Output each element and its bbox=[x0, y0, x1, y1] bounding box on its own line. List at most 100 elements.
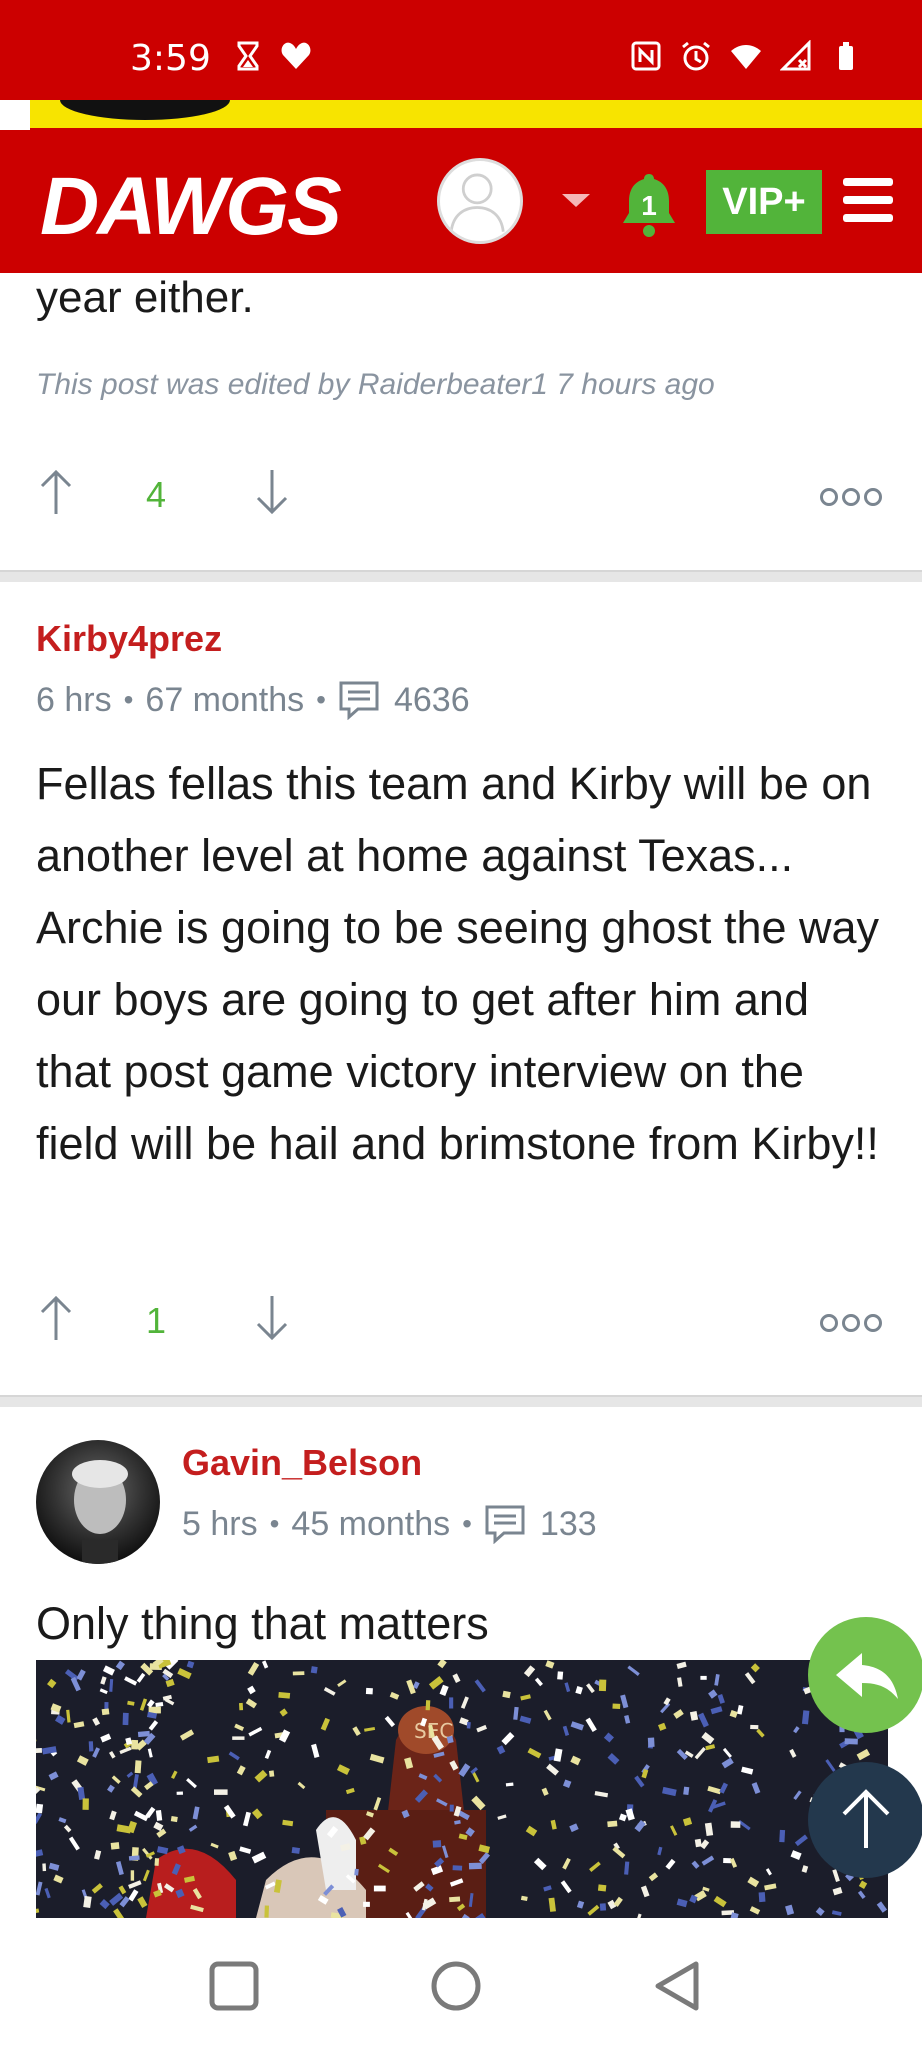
confetti-piece bbox=[779, 1829, 786, 1843]
vote-row: 4 bbox=[0, 468, 922, 528]
wifi-icon bbox=[731, 45, 761, 69]
confetti-piece bbox=[291, 1847, 301, 1854]
confetti-piece bbox=[466, 1721, 471, 1729]
confetti-piece bbox=[683, 1786, 690, 1796]
post-meta: 6 hrs • 67 months • 4636 bbox=[36, 680, 470, 720]
confetti-piece bbox=[134, 1760, 142, 1774]
confetti-piece bbox=[730, 1821, 741, 1828]
confetti-piece bbox=[363, 1901, 370, 1907]
more-options-icon[interactable] bbox=[820, 484, 882, 510]
confetti-piece bbox=[354, 1868, 359, 1876]
user-silhouette-icon bbox=[449, 173, 505, 232]
confetti-piece bbox=[128, 1855, 140, 1861]
confetti-piece bbox=[468, 1862, 482, 1870]
post-age: 6 hrs bbox=[36, 680, 112, 719]
confetti-piece bbox=[36, 1803, 44, 1814]
arrow-up-icon bbox=[842, 1789, 890, 1848]
menu-icon[interactable] bbox=[843, 178, 893, 222]
confetti-piece bbox=[130, 1870, 135, 1881]
heart-icon bbox=[281, 42, 311, 69]
post-username[interactable]: Kirby4prez bbox=[36, 618, 222, 660]
ad-banner[interactable] bbox=[0, 100, 922, 130]
status-time: 3:59 bbox=[130, 38, 211, 79]
signal-icon bbox=[780, 40, 811, 71]
comment-count-icon bbox=[485, 1505, 525, 1544]
notifications-button[interactable]: 1 bbox=[617, 170, 681, 238]
home-button[interactable] bbox=[426, 1956, 486, 2016]
confetti-piece bbox=[612, 1703, 621, 1709]
site-logo[interactable]: DAWGS bbox=[40, 160, 342, 254]
confetti-piece bbox=[425, 1700, 431, 1711]
post-divider bbox=[0, 1395, 922, 1407]
confetti-piece bbox=[122, 1712, 129, 1726]
vip-button[interactable]: VIP+ bbox=[706, 170, 822, 234]
back-button[interactable] bbox=[646, 1956, 706, 2016]
confetti-piece bbox=[101, 1708, 110, 1716]
confetti-piece bbox=[647, 1737, 655, 1748]
confetti-piece bbox=[170, 1816, 178, 1823]
confetti-piece bbox=[292, 1671, 305, 1676]
confetti-piece bbox=[449, 1804, 454, 1812]
nfc-icon bbox=[631, 41, 661, 71]
system-nav-bar bbox=[0, 1918, 922, 2048]
vote-count: 4 bbox=[146, 474, 167, 515]
confetti-piece bbox=[700, 1675, 707, 1680]
reply-icon bbox=[836, 1653, 898, 1699]
user-avatar-button[interactable] bbox=[437, 158, 523, 244]
upvote-icon[interactable] bbox=[36, 1294, 76, 1342]
post-image[interactable]: SEC bbox=[36, 1660, 888, 1918]
confetti-piece bbox=[264, 1905, 269, 1918]
confetti-piece bbox=[214, 1789, 228, 1795]
battery-icon bbox=[839, 42, 853, 70]
confetti-piece bbox=[432, 1840, 442, 1848]
notification-count: 1 bbox=[641, 190, 657, 221]
confetti-piece bbox=[598, 1679, 607, 1692]
scroll-to-top-button[interactable] bbox=[808, 1762, 922, 1878]
confetti-piece bbox=[278, 1692, 291, 1699]
comment-count-icon bbox=[339, 681, 379, 720]
confetti-piece bbox=[310, 1666, 318, 1674]
confetti-piece bbox=[758, 1892, 766, 1903]
vote-count: 1 bbox=[146, 1300, 167, 1341]
avatar-face-icon bbox=[72, 1460, 128, 1564]
confetti-piece bbox=[154, 1858, 160, 1866]
alarm-icon bbox=[682, 41, 710, 71]
downvote-icon[interactable] bbox=[252, 468, 292, 516]
confetti-piece bbox=[607, 1820, 618, 1828]
more-options-icon[interactable] bbox=[820, 1310, 882, 1336]
post-count: 133 bbox=[539, 1504, 597, 1543]
confetti-piece bbox=[137, 1730, 150, 1738]
confetti-piece bbox=[365, 1687, 373, 1695]
post-body: Only thing that matters bbox=[36, 1598, 489, 1649]
status-bar: 3:59 bbox=[0, 0, 922, 100]
post-tenure: 67 months bbox=[145, 680, 305, 719]
confetti-piece bbox=[232, 1736, 245, 1740]
confetti-piece bbox=[449, 1697, 454, 1709]
post-username[interactable]: Gavin_Belson bbox=[182, 1442, 422, 1484]
recents-button[interactable] bbox=[204, 1956, 264, 2016]
post-tenure: 45 months bbox=[291, 1504, 451, 1543]
confetti-piece bbox=[373, 1885, 386, 1892]
confetti-piece bbox=[557, 1671, 564, 1680]
post-divider bbox=[0, 570, 922, 582]
upvote-icon[interactable] bbox=[36, 468, 76, 516]
vote-row: 1 bbox=[0, 1294, 922, 1354]
reply-button[interactable] bbox=[808, 1617, 922, 1733]
post-meta: 5 hrs • 45 months • 133 bbox=[182, 1504, 597, 1544]
confetti-piece bbox=[452, 1865, 463, 1871]
downvote-icon[interactable] bbox=[252, 1294, 292, 1342]
confetti-piece bbox=[750, 1724, 759, 1730]
confetti-piece bbox=[597, 1884, 607, 1892]
avatar[interactable] bbox=[36, 1440, 160, 1564]
post-count: 4636 bbox=[393, 680, 470, 719]
post-body-tail: year either. bbox=[36, 273, 254, 322]
confetti-piece bbox=[110, 1842, 120, 1850]
confetti-piece bbox=[131, 1739, 139, 1750]
account-dropdown-caret[interactable] bbox=[562, 194, 590, 207]
confetti-piece bbox=[239, 1702, 244, 1711]
confetti-piece bbox=[599, 1903, 607, 1911]
confetti-piece bbox=[268, 1770, 275, 1777]
hourglass-icon bbox=[237, 41, 259, 71]
confetti-piece bbox=[176, 1791, 183, 1795]
confetti-piece bbox=[42, 1863, 47, 1872]
